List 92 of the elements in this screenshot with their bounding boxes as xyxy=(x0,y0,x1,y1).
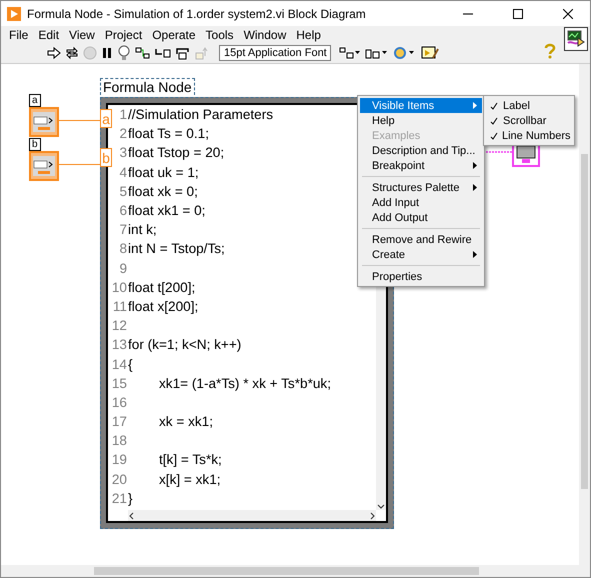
line-number: 1 xyxy=(118,106,127,124)
code-line: { xyxy=(127,356,133,373)
pause-icon[interactable] xyxy=(101,46,113,60)
line-number: 6 xyxy=(118,202,127,220)
line-number: 11 xyxy=(112,298,127,315)
retain-values-icon[interactable] xyxy=(135,46,151,60)
code-line: xk = xk1; xyxy=(158,413,214,430)
line-number: 10 xyxy=(110,278,127,296)
submenu-item[interactable]: Scrollbar xyxy=(486,113,572,128)
cleanup-diagram-icon[interactable] xyxy=(421,46,439,60)
run-arrow-icon[interactable] xyxy=(47,46,61,60)
line-number: 15 xyxy=(110,374,127,392)
menu-item[interactable]: Edit xyxy=(33,28,64,42)
horizontal-scrollbar[interactable] xyxy=(128,510,376,521)
code-line: float xk = 0; xyxy=(127,182,198,200)
line-number: 13 xyxy=(110,336,127,354)
context-menu-item[interactable]: Add Output xyxy=(360,210,482,225)
code-line: for (k=1; k<N; k++) xyxy=(127,336,242,354)
reorder-icon[interactable] xyxy=(393,46,417,60)
line-number: 20 xyxy=(110,470,127,488)
line-number: 7 xyxy=(118,221,127,238)
step-over-icon[interactable] xyxy=(175,46,191,60)
context-menu-item[interactable]: Help xyxy=(360,113,482,128)
line-number: 4 xyxy=(118,164,127,181)
close-icon[interactable] xyxy=(563,8,573,18)
line-number: 21 xyxy=(110,490,127,507)
menu-item[interactable]: File xyxy=(4,28,34,42)
numeric-control-icon[interactable] xyxy=(29,151,59,181)
line-number: 17 xyxy=(110,413,127,430)
context-menu-item[interactable]: Add Input xyxy=(360,195,482,210)
line-number: 5 xyxy=(118,182,127,200)
menu-item[interactable]: Operate xyxy=(147,28,201,42)
align-objects-icon[interactable] xyxy=(339,46,361,60)
context-menu-item[interactable]: Remove and Rewire xyxy=(360,232,482,247)
scroll-left-icon[interactable] xyxy=(128,512,134,520)
wire xyxy=(59,120,100,121)
line-number: 16 xyxy=(110,394,127,411)
menu-item[interactable]: Project xyxy=(100,28,148,42)
vi-icon[interactable] xyxy=(564,27,588,51)
submenu-item[interactable]: Line Numbers xyxy=(486,128,572,143)
vertical-scrollbar[interactable] xyxy=(579,64,590,565)
line-number: 12 xyxy=(110,317,127,334)
submenu-item[interactable]: Label xyxy=(486,98,572,113)
line-number: 9 xyxy=(118,260,127,277)
context-menu-item[interactable]: Create xyxy=(360,247,482,262)
code-line: float xk1 = 0; xyxy=(127,202,206,220)
line-number: 18 xyxy=(110,432,127,450)
code-line: xk1= (1-a*Ts) * xk + Ts*b*uk; xyxy=(158,374,332,392)
line-number: 19 xyxy=(110,451,127,468)
code-line: } xyxy=(127,490,133,507)
submenu-arrow-icon xyxy=(473,102,477,109)
code-line: t[k] = Ts*k; xyxy=(158,451,222,468)
line-number: 14 xyxy=(110,356,127,373)
code-line: float t[200]; xyxy=(127,278,196,296)
line-number: 2 xyxy=(118,125,127,142)
submenu-arrow-icon xyxy=(473,184,477,191)
context-menu-item[interactable]: Structures Palette xyxy=(360,180,482,195)
menu-item[interactable]: Help xyxy=(291,28,326,42)
submenu-arrow-icon xyxy=(473,251,477,258)
app-logo-icon xyxy=(7,6,21,20)
code-line: float uk = 1; xyxy=(127,164,199,181)
code-line: float Tstop = 20; xyxy=(127,144,224,162)
menu-item[interactable]: Tools xyxy=(200,28,239,42)
code-line: float Ts = 0.1; xyxy=(127,125,209,142)
context-menu-item[interactable]: Visible Items xyxy=(360,98,482,113)
menu-item[interactable]: Window xyxy=(238,28,292,42)
code-line: int N = Tstop/Ts; xyxy=(127,240,225,258)
line-number: 3 xyxy=(118,144,127,162)
control-label: a xyxy=(29,94,41,107)
scroll-right-icon[interactable] xyxy=(370,512,376,520)
wire xyxy=(59,164,100,165)
control-label: b xyxy=(29,138,41,151)
code-line: //Simulation Parameters xyxy=(127,106,274,124)
code-line: int k; xyxy=(127,221,157,238)
scroll-down-icon[interactable] xyxy=(377,504,385,510)
line-number: 8 xyxy=(118,240,127,258)
font-dropdown[interactable]: 15pt Application Font xyxy=(219,45,331,61)
submenu-arrow-icon xyxy=(473,162,477,169)
context-menu-item[interactable]: Properties xyxy=(360,269,482,284)
node-label: Formula Node xyxy=(100,78,195,95)
run-continuously-icon[interactable] xyxy=(65,46,79,60)
numeric-control-icon[interactable] xyxy=(29,107,59,137)
step-into-icon[interactable] xyxy=(155,46,171,60)
maximize-icon[interactable] xyxy=(513,8,523,18)
context-menu-item[interactable]: Description and Tip... xyxy=(360,143,482,158)
code-line: float x[200]; xyxy=(127,298,198,315)
lightbulb-icon[interactable] xyxy=(117,45,131,61)
code-line: x[k] = xk1; xyxy=(158,470,221,488)
horizontal-scrollbar[interactable] xyxy=(1,565,590,577)
menu-item[interactable]: View xyxy=(64,28,100,42)
window-title: Formula Node - Simulation of 1.order system2.vi Block Diagram xyxy=(27,6,367,20)
context-menu-item[interactable]: Breakpoint xyxy=(360,158,482,173)
